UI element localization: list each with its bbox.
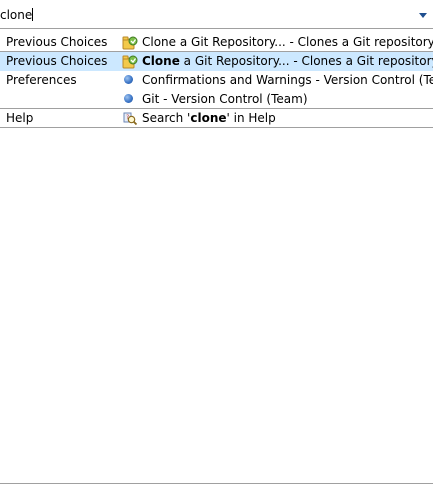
svg-text:?: ? xyxy=(126,114,129,121)
match-highlight: clone xyxy=(190,111,227,125)
category-label: Previous Choices xyxy=(6,35,108,49)
search-input[interactable]: clone xyxy=(0,8,34,22)
item-text: Clone a Git Repository... - Clones a Git… xyxy=(142,35,433,49)
git-clone-icon xyxy=(122,36,138,50)
divider xyxy=(0,28,433,29)
list-item[interactable]: Git - Version Control (Team) xyxy=(0,90,433,109)
git-clone-icon xyxy=(122,55,138,69)
item-text: Clone a Git Repository... - Clones a Git… xyxy=(142,54,433,68)
divider xyxy=(0,483,433,484)
category-label: Help xyxy=(6,111,34,125)
list-item[interactable]: Previous Choices Clone a Git Repository.… xyxy=(0,33,433,52)
list-item-selected[interactable]: Previous Choices Clone a Git Repository.… xyxy=(0,52,433,71)
chevron-down-icon[interactable] xyxy=(419,13,427,18)
preference-bullet-icon xyxy=(124,94,133,103)
item-text: Git - Version Control (Team) xyxy=(142,92,308,106)
help-search-icon: ? xyxy=(123,112,138,126)
item-text: Confirmations and Warnings - Version Con… xyxy=(142,73,433,87)
preference-bullet-icon xyxy=(124,75,133,84)
list-item[interactable]: Help ? Search 'clone' in Help xyxy=(0,109,433,128)
divider xyxy=(0,127,433,128)
search-bar: clone xyxy=(0,0,433,29)
list-item[interactable]: Preferences Confirmations and Warnings -… xyxy=(0,71,433,90)
item-text: Search 'clone' in Help xyxy=(142,111,276,125)
category-label: Previous Choices xyxy=(6,54,108,68)
text-cursor xyxy=(32,8,34,21)
match-highlight: Clone xyxy=(142,54,180,68)
category-label: Preferences xyxy=(6,73,77,87)
